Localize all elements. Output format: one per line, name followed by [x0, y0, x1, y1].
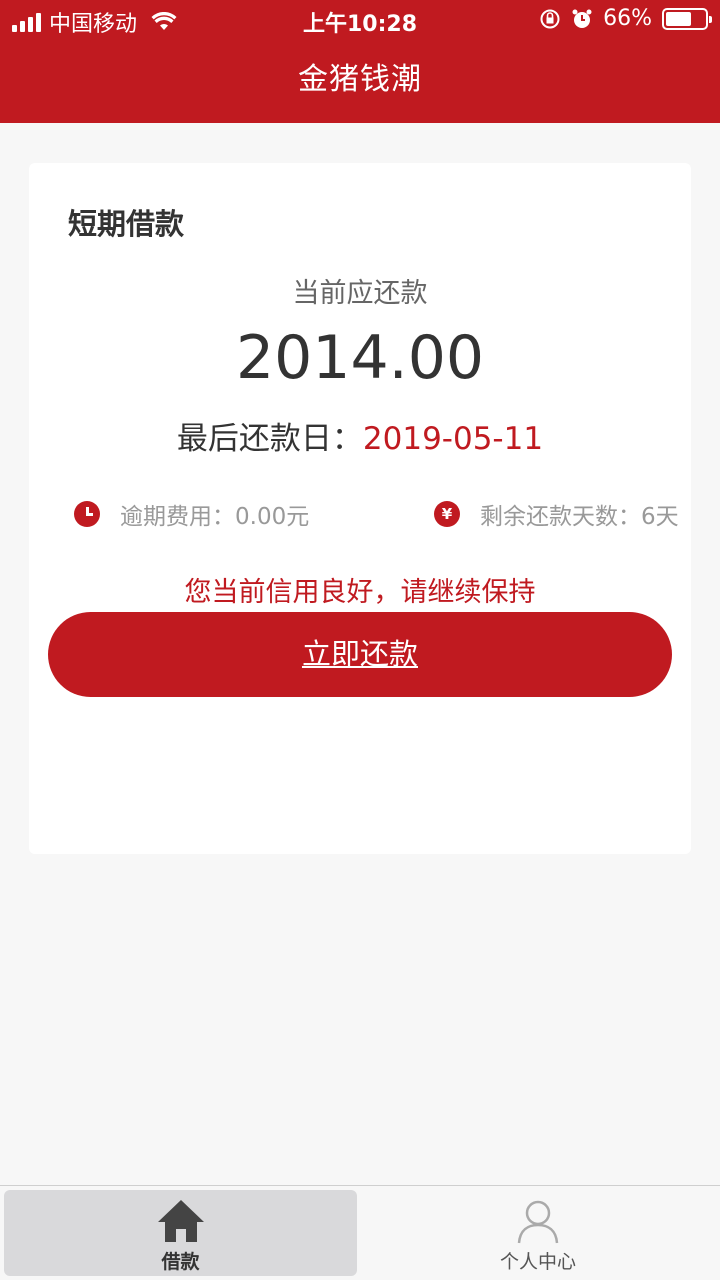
bottom-tab-bar: 借款 个人中心 [0, 1185, 720, 1280]
due-date-value: 2019-05-11 [362, 421, 544, 457]
current-due-label: 当前应还款 [292, 278, 428, 309]
amount-due: 2014.00 [235, 323, 485, 393]
page-title: 金猪钱潮 [298, 62, 422, 97]
overdue-fee-text: 逾期费用：0.00元 [120, 504, 310, 530]
due-date-label: 最后还款日： [176, 421, 363, 457]
days-left-text: 剩余还款天数：6天 [480, 504, 679, 530]
tab-loan[interactable]: 借款 [4, 1190, 357, 1276]
due-date-row: 最后还款日：2019-05-11 [29, 413, 691, 458]
battery-icon [662, 7, 712, 30]
loan-type-title: 短期借款 [68, 207, 185, 241]
header-bar: 金猪钱潮 [0, 40, 720, 123]
alarm-icon [572, 9, 592, 28]
yen-icon: ¥ [434, 501, 460, 527]
repay-now-button[interactable]: 立即还款 [48, 612, 672, 697]
tab-profile-label: 个人中心 [499, 1251, 576, 1273]
credit-status-message: 您当前信用良好，请继续保持 [184, 577, 536, 608]
days-left-item: ¥ 剩余还款天数：6天 [434, 497, 679, 531]
home-icon [157, 1200, 204, 1242]
rotation-lock-icon [540, 9, 560, 28]
loan-card: 短期借款 当前应还款 2014.00 最后还款日：2019-05-11 逾期费用… [29, 163, 691, 854]
overdue-fee-item: 逾期费用：0.00元 [74, 497, 309, 531]
battery-percent: 66% [603, 6, 652, 31]
status-bar: 中国移动 上午10:28 66% [0, 0, 720, 40]
status-bar-right: 66% [539, 6, 712, 31]
tab-profile[interactable]: 个人中心 [360, 1190, 716, 1276]
user-icon [517, 1200, 559, 1244]
clock-icon [74, 501, 100, 527]
tab-loan-label: 借款 [161, 1251, 200, 1273]
